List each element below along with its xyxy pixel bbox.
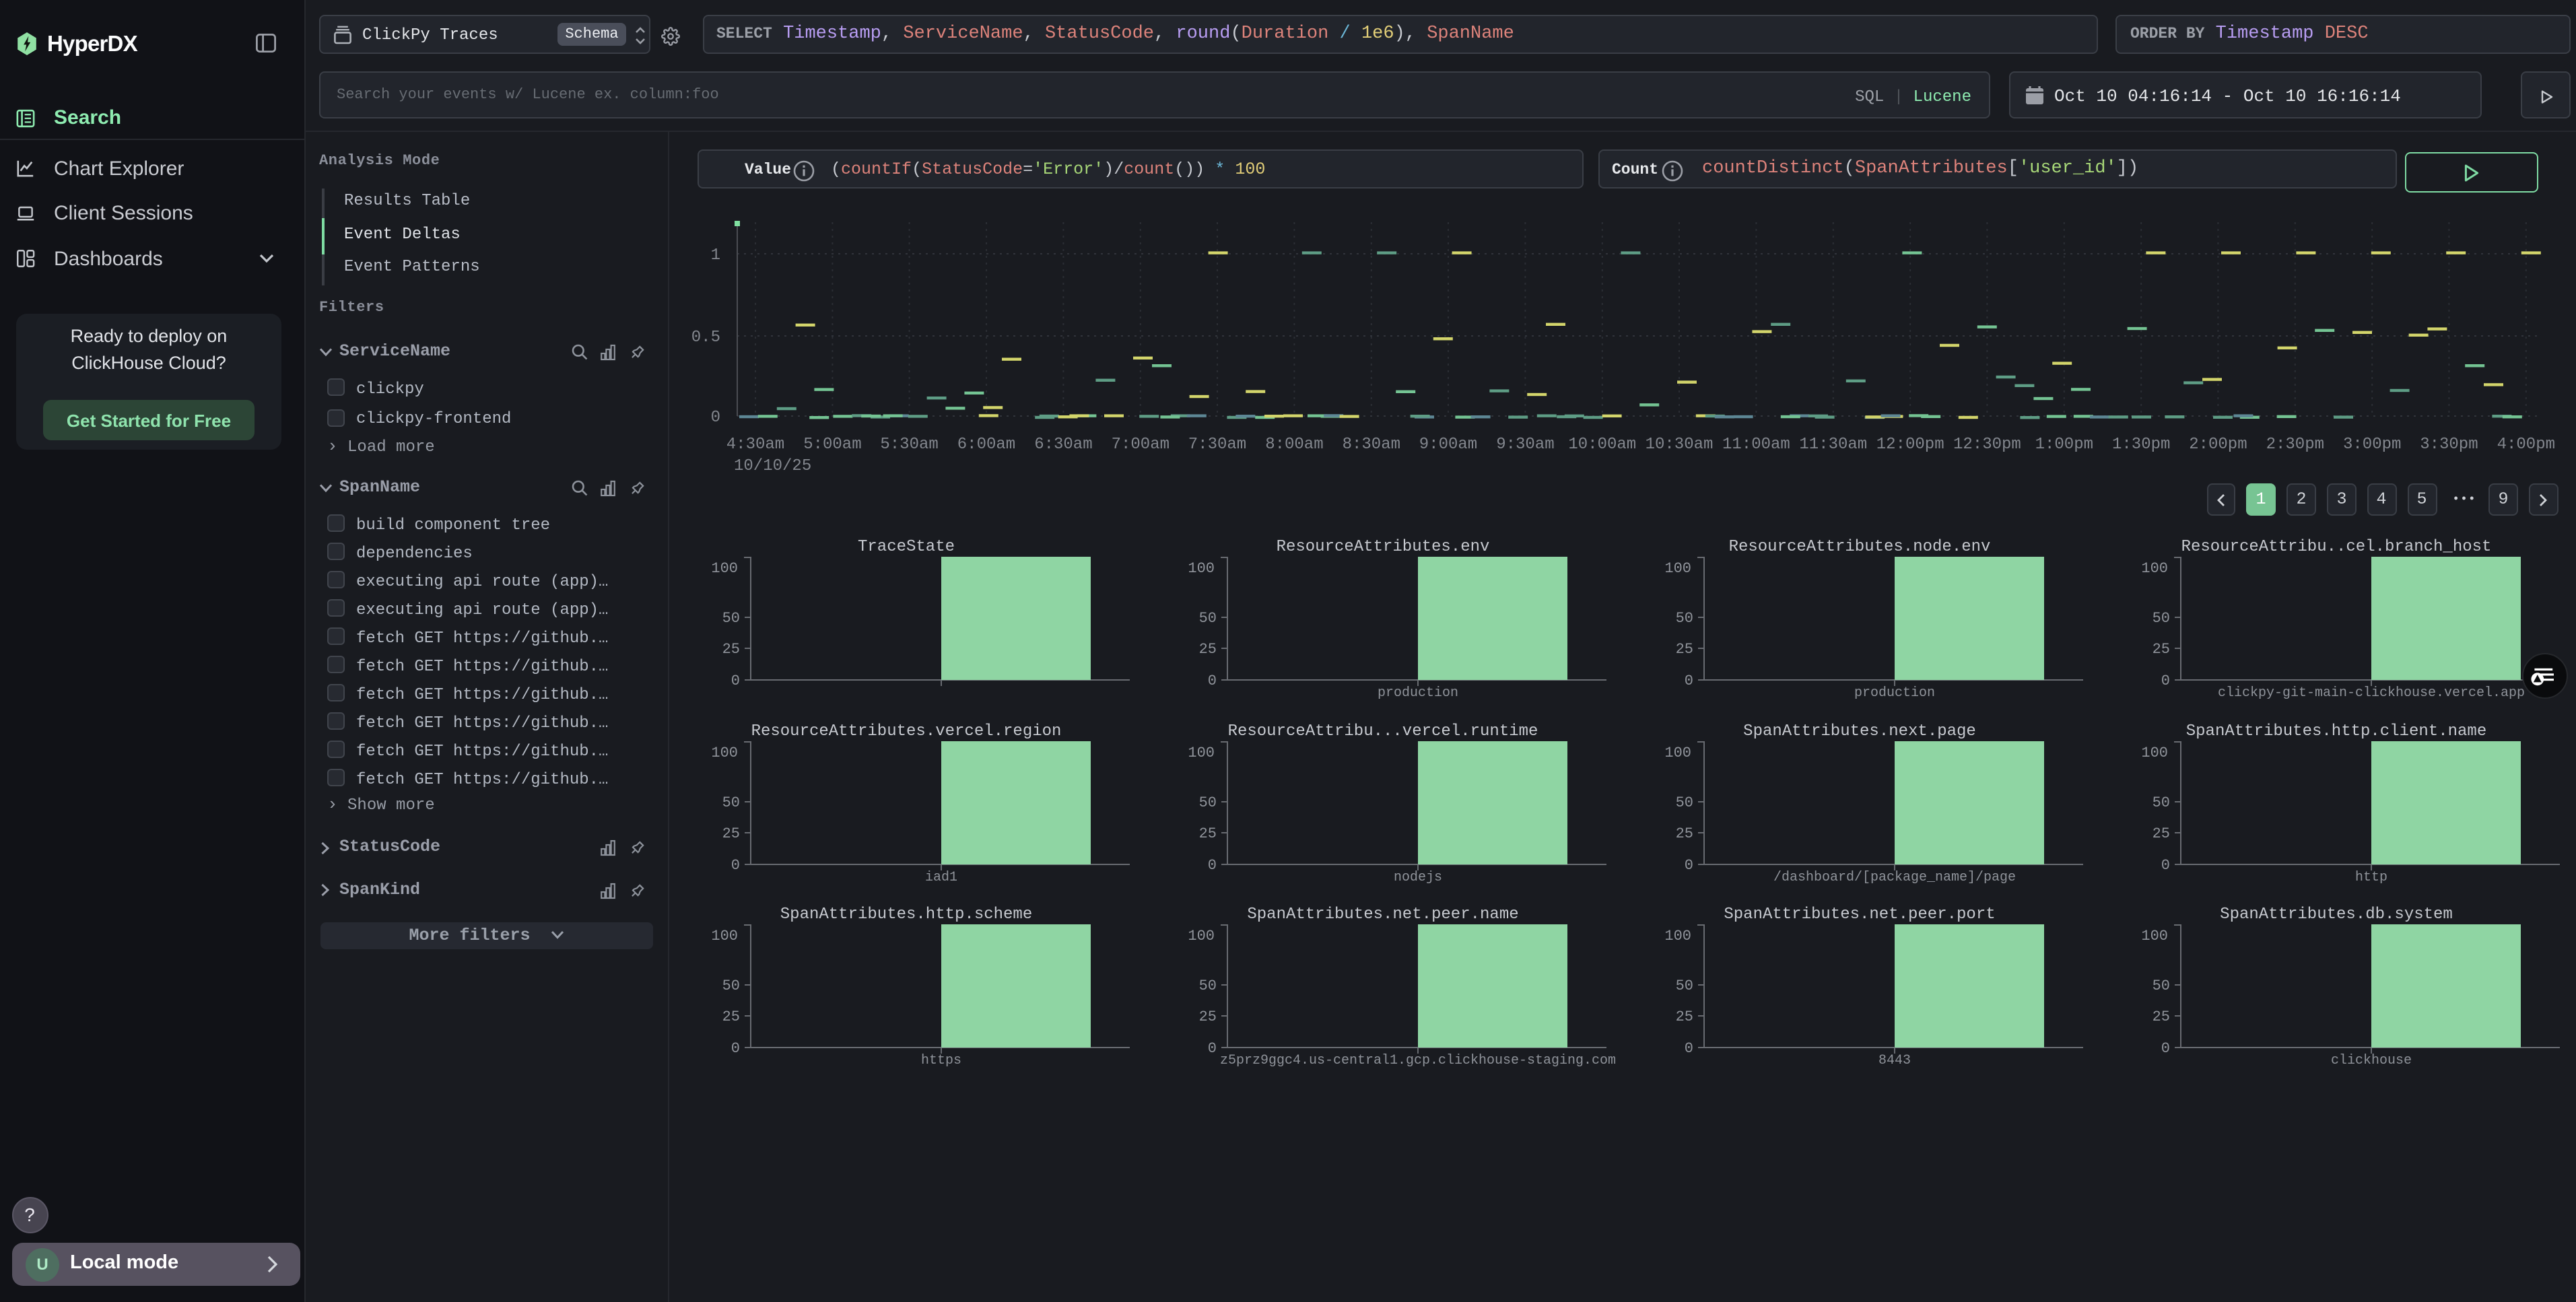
svg-text:100: 100 xyxy=(1188,928,1215,945)
svg-text:nodejs: nodejs xyxy=(1394,869,1442,885)
svg-text:100: 100 xyxy=(1664,744,1691,761)
svg-text:50: 50 xyxy=(1199,794,1217,811)
svg-text:12:00pm: 12:00pm xyxy=(1876,436,1944,454)
svg-text:0: 0 xyxy=(731,1040,740,1057)
svg-text:ResourceAttributes.vercel.regi: ResourceAttributes.vercel.region xyxy=(751,722,1062,740)
svg-text:production: production xyxy=(1854,685,1935,701)
svg-text:25: 25 xyxy=(1199,641,1217,658)
svg-text:25: 25 xyxy=(722,825,740,842)
svg-text:0: 0 xyxy=(2161,673,2170,689)
svg-text:2:00pm: 2:00pm xyxy=(2189,436,2247,454)
svg-text:/dashboard/[package_name]/page: /dashboard/[package_name]/page xyxy=(1773,869,2016,885)
svg-text:0: 0 xyxy=(1685,1040,1693,1057)
svg-text:12:30pm: 12:30pm xyxy=(1953,436,2021,454)
svg-text:9:00am: 9:00am xyxy=(1419,436,1477,454)
svg-text:25: 25 xyxy=(2153,641,2170,658)
svg-text:100: 100 xyxy=(2141,560,2168,577)
svg-text:7:00am: 7:00am xyxy=(1112,436,1170,454)
svg-text:z5prz9ggc4.us-central1.gcp.cli: z5prz9ggc4.us-central1.gcp.clickhouse-st… xyxy=(1220,1053,1616,1068)
svg-text:50: 50 xyxy=(1676,794,1693,811)
svg-text:production: production xyxy=(1378,685,1458,701)
svg-text:2:30pm: 2:30pm xyxy=(2266,436,2324,454)
svg-text:0: 0 xyxy=(2161,856,2170,873)
svg-text:5:30am: 5:30am xyxy=(880,436,938,454)
svg-text:6:30am: 6:30am xyxy=(1034,436,1092,454)
svg-text:SpanAttributes.next.page: SpanAttributes.next.page xyxy=(1743,722,1976,740)
svg-text:SpanAttributes.db.system: SpanAttributes.db.system xyxy=(2220,905,2453,924)
svg-text:100: 100 xyxy=(2141,744,2168,761)
svg-text:3:30pm: 3:30pm xyxy=(2420,436,2478,454)
svg-text:10/10/25: 10/10/25 xyxy=(734,457,811,475)
svg-text:50: 50 xyxy=(1676,978,1693,994)
svg-text:10:00am: 10:00am xyxy=(1568,436,1636,454)
svg-text:1:30pm: 1:30pm xyxy=(2112,436,2170,454)
svg-text:0: 0 xyxy=(1208,673,1217,689)
svg-text:50: 50 xyxy=(2153,794,2170,811)
svg-text:100: 100 xyxy=(711,560,738,577)
svg-text:100: 100 xyxy=(1664,560,1691,577)
svg-text:SpanAttributes.net.peer.name: SpanAttributes.net.peer.name xyxy=(1247,905,1518,924)
svg-text:0: 0 xyxy=(731,856,740,873)
svg-text:1:00pm: 1:00pm xyxy=(2035,436,2093,454)
svg-text:clickpy-git-main-clickhouse.ve: clickpy-git-main-clickhouse.vercel.app xyxy=(2218,685,2525,701)
svg-text:25: 25 xyxy=(1676,641,1693,658)
svg-text:0: 0 xyxy=(711,409,720,427)
svg-text:8:00am: 8:00am xyxy=(1265,436,1323,454)
svg-text:https: https xyxy=(921,1053,961,1068)
svg-text:0: 0 xyxy=(1685,856,1693,873)
svg-text:25: 25 xyxy=(1199,1008,1217,1025)
svg-text:11:00am: 11:00am xyxy=(1722,436,1790,454)
svg-text:ResourceAttributes.env: ResourceAttributes.env xyxy=(1277,538,1490,556)
svg-text:100: 100 xyxy=(711,744,738,761)
svg-text:0: 0 xyxy=(2161,1040,2170,1057)
svg-text:11:30am: 11:30am xyxy=(1799,436,1867,454)
svg-text:100: 100 xyxy=(1188,744,1215,761)
svg-text:iad1: iad1 xyxy=(925,869,957,885)
svg-text:50: 50 xyxy=(2153,978,2170,994)
svg-text:50: 50 xyxy=(1199,978,1217,994)
svg-text:25: 25 xyxy=(1199,825,1217,842)
svg-text:10:30am: 10:30am xyxy=(1646,436,1714,454)
svg-text:8443: 8443 xyxy=(1878,1053,1911,1068)
svg-text:9:30am: 9:30am xyxy=(1496,436,1554,454)
svg-text:5:00am: 5:00am xyxy=(803,436,861,454)
svg-text:ResourceAttribu..cel.branch_ho: ResourceAttribu..cel.branch_host xyxy=(2181,538,2492,556)
svg-text:100: 100 xyxy=(1188,560,1215,577)
svg-text:25: 25 xyxy=(2153,825,2170,842)
svg-text:100: 100 xyxy=(1664,928,1691,945)
svg-text:TraceState: TraceState xyxy=(858,538,955,556)
svg-text:4:30am: 4:30am xyxy=(726,436,784,454)
svg-text:SpanAttributes.http.scheme: SpanAttributes.http.scheme xyxy=(780,905,1032,924)
svg-text:clickhouse: clickhouse xyxy=(2331,1053,2412,1068)
svg-text:100: 100 xyxy=(2141,928,2168,945)
svg-text:6:00am: 6:00am xyxy=(957,436,1015,454)
svg-text:50: 50 xyxy=(1676,610,1693,627)
svg-text:25: 25 xyxy=(722,1008,740,1025)
svg-text:25: 25 xyxy=(1676,1008,1693,1025)
svg-text:4:00pm: 4:00pm xyxy=(2497,436,2555,454)
svg-text:25: 25 xyxy=(2153,1008,2170,1025)
svg-text:ResourceAttribu...vercel.runti: ResourceAttribu...vercel.runtime xyxy=(1228,722,1538,740)
svg-text:7:30am: 7:30am xyxy=(1188,436,1246,454)
svg-text:SpanAttributes.http.client.nam: SpanAttributes.http.client.name xyxy=(2186,722,2486,740)
svg-text:0: 0 xyxy=(1685,673,1693,689)
svg-text:0: 0 xyxy=(731,673,740,689)
svg-text:25: 25 xyxy=(1676,825,1693,842)
svg-text:SpanAttributes.net.peer.port: SpanAttributes.net.peer.port xyxy=(1724,905,1995,924)
svg-text:ResourceAttributes.node.env: ResourceAttributes.node.env xyxy=(1729,538,1991,556)
svg-text:1: 1 xyxy=(711,246,720,265)
svg-text:50: 50 xyxy=(722,978,740,994)
svg-text:50: 50 xyxy=(722,794,740,811)
svg-text:0: 0 xyxy=(1208,856,1217,873)
svg-text:3:00pm: 3:00pm xyxy=(2343,436,2401,454)
svg-text:0.5: 0.5 xyxy=(691,329,720,347)
svg-text:50: 50 xyxy=(2153,610,2170,627)
svg-text:0: 0 xyxy=(1208,1040,1217,1057)
svg-text:25: 25 xyxy=(722,641,740,658)
svg-text:50: 50 xyxy=(722,610,740,627)
svg-text:100: 100 xyxy=(711,928,738,945)
svg-text:http: http xyxy=(2355,869,2387,885)
svg-text:50: 50 xyxy=(1199,610,1217,627)
svg-text:8:30am: 8:30am xyxy=(1343,436,1400,454)
